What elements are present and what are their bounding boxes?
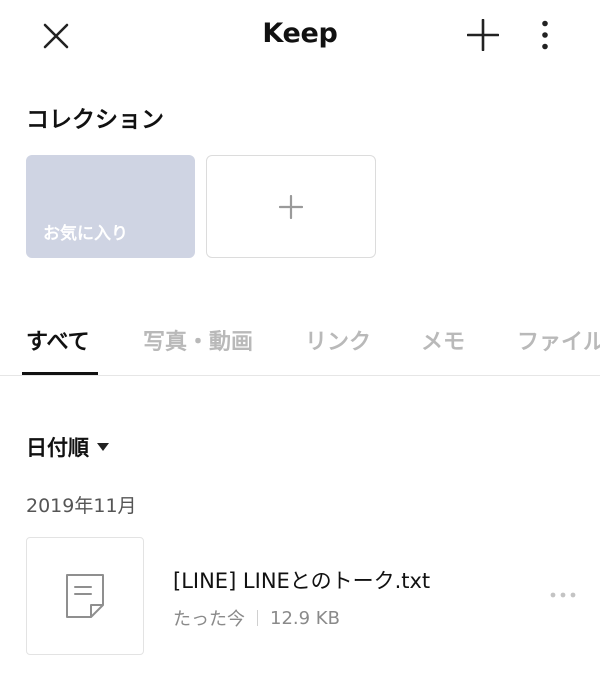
top-bar: Keep xyxy=(0,0,600,72)
document-icon xyxy=(66,574,104,618)
active-tab-indicator xyxy=(22,372,98,375)
date-group-header: 2019年11月 xyxy=(26,495,137,517)
tab-files[interactable]: ファイル xyxy=(517,324,600,356)
more-horizontal-icon xyxy=(550,592,576,598)
tab-photos-videos[interactable]: 写真・動画 xyxy=(143,324,253,356)
add-button[interactable] xyxy=(463,15,503,55)
more-options-button[interactable] xyxy=(526,15,564,55)
favorites-collection[interactable]: お気に入り xyxy=(26,155,195,258)
more-vertical-icon xyxy=(542,20,548,50)
sort-label: 日付順 xyxy=(26,436,89,460)
favorites-label: お気に入り xyxy=(43,224,128,244)
collections-title: コレクション xyxy=(26,107,164,133)
plus-icon xyxy=(467,19,499,51)
add-collection-button[interactable] xyxy=(206,155,376,258)
meta-divider xyxy=(257,610,258,626)
tab-all[interactable]: すべて xyxy=(26,324,90,356)
caret-down-icon xyxy=(97,442,109,452)
file-meta: たった今 12.9 KB xyxy=(173,605,340,631)
file-thumbnail xyxy=(26,537,144,655)
tab-links[interactable]: リンク xyxy=(305,324,371,356)
item-more-button[interactable] xyxy=(545,581,581,609)
tab-bar: すべて 写真・動画 リンク メモ ファイル xyxy=(0,310,600,376)
plus-icon xyxy=(279,194,303,219)
file-time: たった今 xyxy=(173,609,245,630)
page-title: Keep xyxy=(262,18,338,49)
close-button[interactable] xyxy=(36,16,76,56)
sort-dropdown[interactable]: 日付順 xyxy=(26,432,109,462)
file-size: 12.9 KB xyxy=(270,607,340,629)
file-name: [LINE] LINEとのトーク.txt xyxy=(173,569,431,593)
tab-memos[interactable]: メモ xyxy=(421,324,465,356)
close-icon xyxy=(43,23,69,49)
list-item[interactable]: [LINE] LINEとのトーク.txt たった今 12.9 KB xyxy=(0,536,600,656)
